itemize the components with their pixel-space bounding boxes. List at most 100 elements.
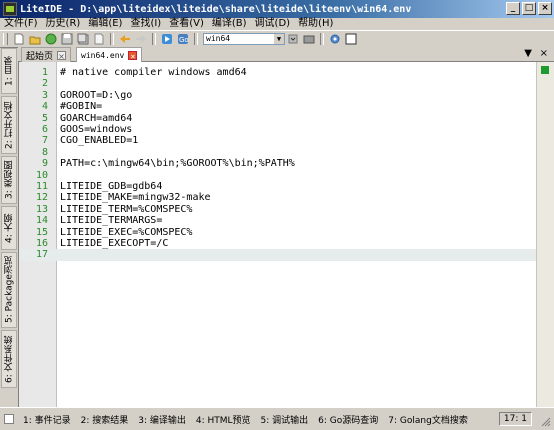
liteide-app-icon[interactable] xyxy=(3,2,17,16)
menu-help[interactable]: 帮助(H) xyxy=(294,18,337,30)
code-line[interactable]: 10 xyxy=(19,170,536,181)
code-line[interactable]: 5 GOARCH=amd64 xyxy=(19,113,536,124)
line-number: 7 xyxy=(41,135,48,147)
close-file-icon[interactable] xyxy=(93,33,105,45)
line-text: LITEIDE_EXECOPT=/C xyxy=(60,238,169,249)
line-text: CGO_ENABLED=1 xyxy=(60,135,139,147)
chevron-down-icon[interactable]: ▼ xyxy=(274,34,284,44)
line-number: 14 xyxy=(35,215,48,227)
current-code-line[interactable]: 17 xyxy=(19,249,536,261)
title-bar[interactable]: LiteIDE - D:\app\liteidex\liteide\share\… xyxy=(0,0,554,18)
open-file-icon[interactable] xyxy=(29,33,41,45)
status-bar: 1: 事件记录 2: 搜索结果 3: 编译输出 4: HTML预览 5: 调试输… xyxy=(0,407,554,430)
go-forward-icon[interactable] xyxy=(135,33,147,45)
line-text: LITEIDE_TERM=%COMSPEC% xyxy=(60,203,193,215)
line-number: 11 xyxy=(35,181,48,192)
maximize-button[interactable]: □ xyxy=(522,2,536,15)
statusbar-tab-go-source-query[interactable]: 6: Go源码查询 xyxy=(313,413,383,426)
code-line[interactable]: 4 #GOBIN= xyxy=(19,101,536,112)
line-text: GOOS=windows xyxy=(60,124,133,135)
open-project-icon[interactable] xyxy=(45,33,57,45)
toolbar-separator xyxy=(320,33,324,45)
toggle-panel-checkbox[interactable] xyxy=(4,414,14,424)
environment-select-value: win64 xyxy=(206,34,231,43)
code-line[interactable]: 8 xyxy=(19,147,536,158)
sidebar-tab-file-system[interactable]: 6: 文件系统 xyxy=(1,330,17,388)
code-line[interactable]: 3 GOROOT=D:\go xyxy=(19,90,536,101)
sidebar-tab-open-docs[interactable]: 2: 打开文档 xyxy=(1,96,17,154)
sidebar-tab-class-view[interactable]: 3: 类视图 xyxy=(1,156,17,204)
close-window-button[interactable]: × xyxy=(538,2,552,15)
close-icon[interactable]: × xyxy=(128,50,138,61)
line-text: LITEIDE_EXEC=%COMSPEC% xyxy=(60,226,193,238)
sidebar-tab-directory[interactable]: 1: 目录 xyxy=(1,48,17,94)
statusbar-tab-event-log[interactable]: 1: 事件记录 xyxy=(18,413,76,426)
line-text: # native compiler windows amd64 xyxy=(60,67,247,78)
sidebar-tab-outline[interactable]: 4: 大纲 xyxy=(1,206,17,250)
toolbar-grip[interactable] xyxy=(3,33,8,45)
toolbar-separator xyxy=(110,33,114,45)
statusbar-tab-html-preview[interactable]: 4: HTML预览 xyxy=(191,413,256,426)
env-settings-icon[interactable] xyxy=(287,33,299,45)
statusbar-tab-search-results[interactable]: 2: 搜索结果 xyxy=(76,413,134,426)
toolbar-separator xyxy=(194,33,198,45)
minimize-button[interactable]: _ xyxy=(506,2,520,15)
menu-history[interactable]: 历史(R) xyxy=(42,18,85,30)
environment-select[interactable]: win64 ▼ xyxy=(203,33,285,45)
line-text: LITEIDE_GDB=gdb64 xyxy=(60,181,163,192)
code-editor[interactable]: 1 # native compiler windows amd64 2 3 GORO… xyxy=(18,62,536,407)
vertical-scrollbar[interactable] xyxy=(536,62,554,407)
statusbar-tab-debug-output[interactable]: 5: 调试输出 xyxy=(256,413,314,426)
cursor-position: 17: 1 xyxy=(498,412,532,426)
line-text: LITEIDE_TERMARGS= xyxy=(60,215,163,227)
save-icon[interactable] xyxy=(61,33,73,45)
code-line[interactable]: 15 LITEIDE_EXEC=%COMSPEC% xyxy=(19,227,536,238)
go-back-icon[interactable] xyxy=(119,33,131,45)
line-text: #GOBIN= xyxy=(60,101,103,113)
sidebar-tab-package-browser[interactable]: 5: Package浏览 xyxy=(1,252,17,328)
close-icon[interactable]: × xyxy=(57,50,67,61)
close-editor-icon[interactable]: × xyxy=(540,48,548,59)
menu-view[interactable]: 查看(V) xyxy=(165,18,208,30)
line-number: 2 xyxy=(41,78,48,90)
code-line[interactable]: 16 LITEIDE_EXECOPT=/C xyxy=(19,238,536,249)
line-number: 8 xyxy=(41,146,48,158)
menu-bar: 文件(F) 历史(R) 编辑(E) 查找(I) 查看(V) 编译(B) 调试(D… xyxy=(0,18,554,30)
build-icon[interactable] xyxy=(161,33,173,45)
statusbar-tab-golang-doc-search[interactable]: 7: Golang文档搜索 xyxy=(383,413,473,426)
code-line[interactable]: 11 LITEIDE_GDB=gdb64 xyxy=(19,181,536,192)
code-line[interactable]: 13 LITEIDE_TERM=%COMSPEC% xyxy=(19,204,536,215)
menu-file[interactable]: 文件(F) xyxy=(0,18,42,30)
tab-label: win64.env xyxy=(81,50,125,60)
code-line[interactable]: 1 # native compiler windows amd64 xyxy=(19,67,536,78)
line-number: 6 xyxy=(41,124,48,135)
line-number: 15 xyxy=(35,226,48,238)
line-text: LITEIDE_MAKE=mingw32-make xyxy=(60,192,211,204)
code-line[interactable]: 12 LITEIDE_MAKE=mingw32-make xyxy=(19,192,536,203)
tab-welcome[interactable]: 起始页 × xyxy=(21,47,72,62)
gear-icon[interactable] xyxy=(329,33,341,45)
line-text: GOROOT=D:\go xyxy=(60,89,133,101)
tab-win64-env[interactable]: win64.env × xyxy=(76,47,143,62)
line-number: 4 xyxy=(41,101,48,113)
fullscreen-icon[interactable] xyxy=(345,33,357,45)
code-line[interactable]: 14 LITEIDE_TERMARGS= xyxy=(19,215,536,226)
window-title: LiteIDE - D:\app\liteidex\liteide\share\… xyxy=(20,3,412,15)
menu-find[interactable]: 查找(I) xyxy=(126,18,165,30)
menu-edit[interactable]: 编辑(E) xyxy=(84,18,126,30)
line-text: PATH=c:\mingw64\bin;%GOROOT%\bin;%PATH% xyxy=(60,158,295,170)
window-controls: _ □ × xyxy=(506,2,552,15)
save-all-icon[interactable] xyxy=(77,33,89,45)
code-line[interactable]: 7 CGO_ENABLED=1 xyxy=(19,135,536,146)
menu-build[interactable]: 编译(B) xyxy=(208,18,251,30)
resize-grip-icon[interactable] xyxy=(539,415,551,427)
code-line[interactable]: 6 GOOS=windows xyxy=(19,124,536,135)
go-run-icon[interactable]: Go xyxy=(177,33,189,45)
env-edit-icon[interactable] xyxy=(303,33,315,45)
menu-debug[interactable]: 调试(D) xyxy=(251,18,295,30)
code-line[interactable]: 2 xyxy=(19,78,536,89)
statusbar-tab-build-output[interactable]: 3: 编译输出 xyxy=(133,413,191,426)
new-file-icon[interactable] xyxy=(13,33,25,45)
tab-list-icon[interactable]: ▼ xyxy=(524,48,532,59)
code-line[interactable]: 9 PATH=c:\mingw64\bin;%GOROOT%\bin;%PATH% xyxy=(19,158,536,169)
